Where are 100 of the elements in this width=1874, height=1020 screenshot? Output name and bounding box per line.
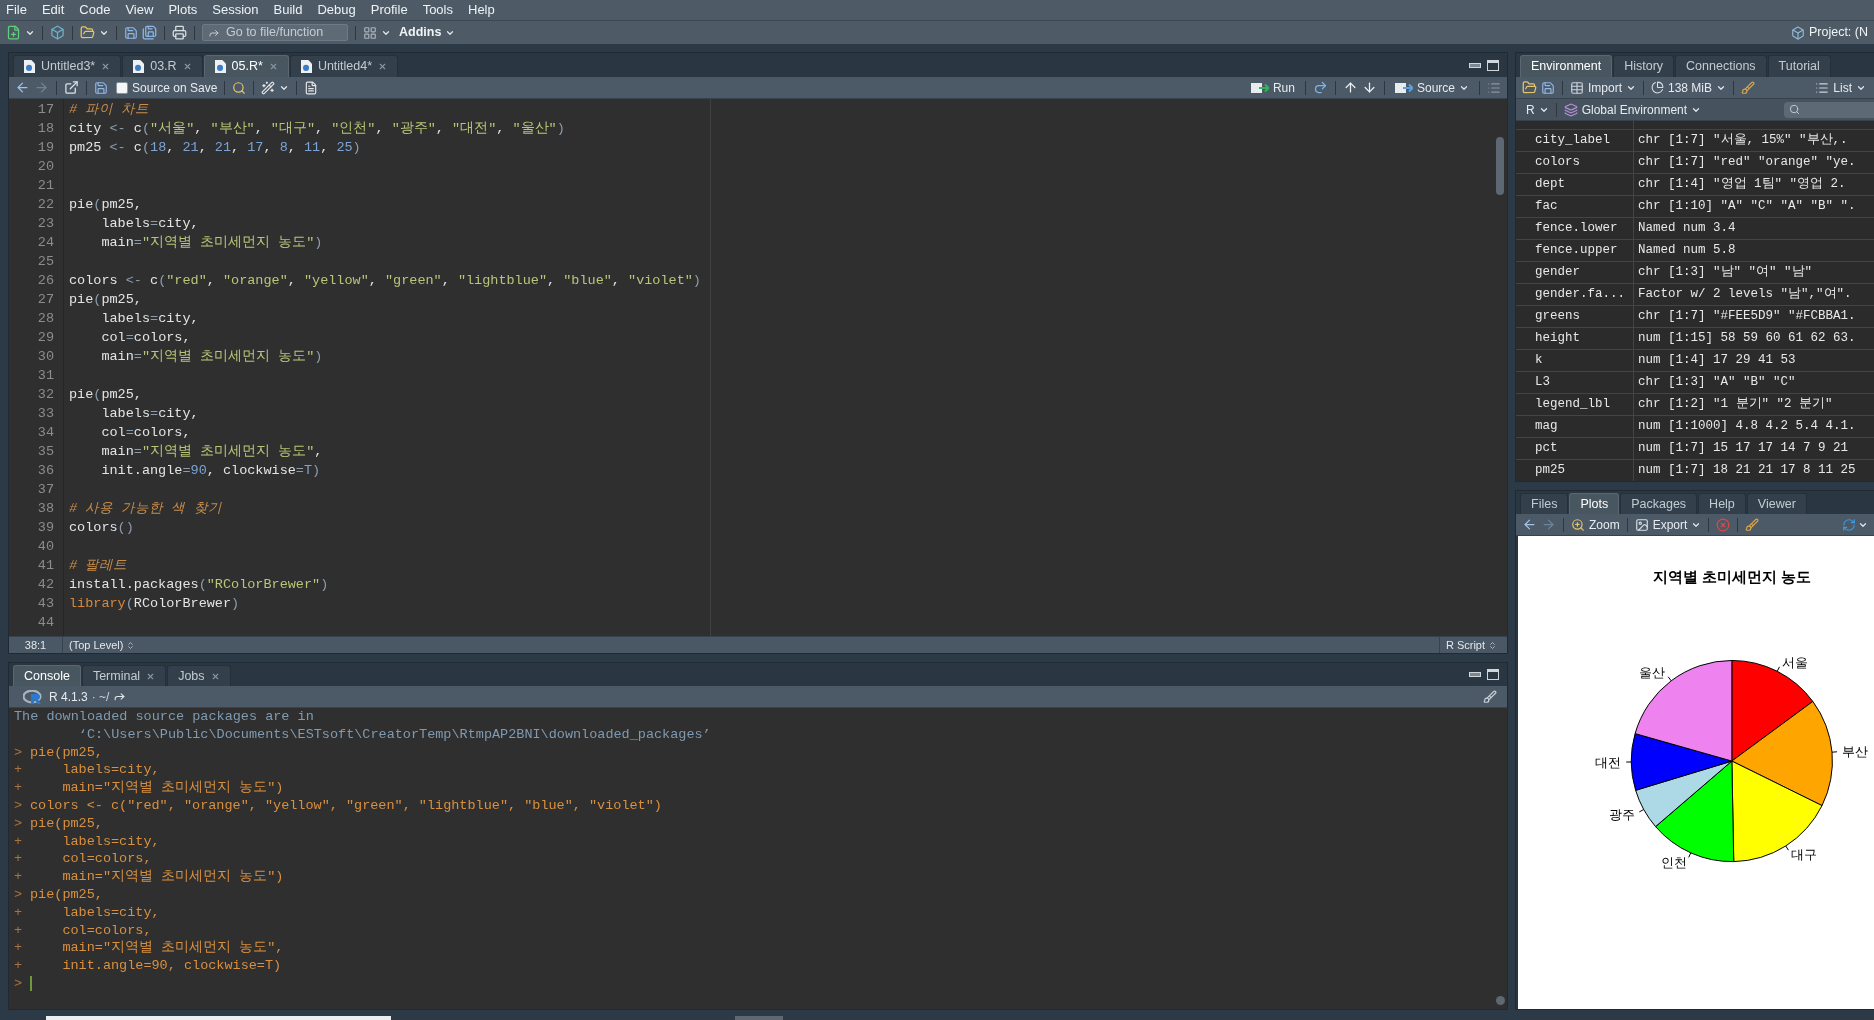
tab[interactable]: Files xyxy=(1520,493,1569,514)
tab[interactable]: Plots xyxy=(1569,493,1620,514)
scrollbar-thumb[interactable] xyxy=(735,1016,783,1020)
brush-icon[interactable] xyxy=(1483,689,1497,704)
close-icon[interactable] xyxy=(182,62,192,71)
document-icon[interactable] xyxy=(304,80,319,95)
export-button[interactable]: Export xyxy=(1634,515,1702,534)
variable-name[interactable]: fac xyxy=(1516,196,1634,217)
checkbox[interactable] xyxy=(116,81,128,94)
folder-icon[interactable] xyxy=(80,25,95,40)
menu-item[interactable]: Debug xyxy=(317,0,356,20)
view-mode-button[interactable]: List xyxy=(1815,78,1868,97)
search-field[interactable] xyxy=(1784,101,1874,118)
console-input[interactable]: > xyxy=(14,974,1493,993)
language-button[interactable]: R xyxy=(1522,100,1549,119)
project-button[interactable]: Project: (N xyxy=(1790,23,1868,42)
tab[interactable]: Viewer xyxy=(1746,493,1807,514)
variable-name[interactable]: L3 xyxy=(1516,372,1634,393)
tab[interactable]: Connections xyxy=(1675,55,1767,77)
refresh-icon[interactable] xyxy=(1842,517,1856,532)
down-arrow-icon[interactable] xyxy=(1361,80,1377,95)
scope-button[interactable]: (Top Level) xyxy=(63,636,136,654)
updown-icon[interactable] xyxy=(126,640,136,650)
variable-name[interactable]: dept xyxy=(1516,174,1634,195)
variable-name[interactable]: gender xyxy=(1516,262,1634,283)
save-all-icon[interactable] xyxy=(142,25,157,40)
tab[interactable]: Untitled3* xyxy=(13,55,122,77)
variable-name[interactable]: mag xyxy=(1516,416,1634,437)
scrollbar-thumb[interactable] xyxy=(46,1016,391,1020)
menu-item[interactable]: File xyxy=(6,0,27,20)
scrollbar-thumb[interactable] xyxy=(1496,137,1504,195)
updown-icon[interactable] xyxy=(1488,640,1497,650)
image-icon[interactable] xyxy=(1634,517,1649,532)
printer-icon[interactable] xyxy=(172,25,187,40)
memory-button[interactable]: 138 MiB xyxy=(1651,78,1727,97)
menu-item[interactable]: Code xyxy=(79,0,111,20)
tab[interactable]: 05.R* xyxy=(203,55,289,77)
list-icon[interactable] xyxy=(1815,80,1830,95)
zoom-in-icon[interactable] xyxy=(1571,517,1585,532)
close-icon[interactable] xyxy=(268,62,278,71)
menu-item[interactable]: Tools xyxy=(422,0,453,20)
tab[interactable]: Environment xyxy=(1520,55,1613,77)
addins-button[interactable]: Addins xyxy=(399,23,456,42)
folder-icon[interactable] xyxy=(1522,80,1537,95)
tab[interactable]: Terminal xyxy=(81,665,167,686)
menu-item[interactable]: View xyxy=(125,0,154,20)
maximize-icon[interactable] xyxy=(1487,59,1499,71)
table-icon[interactable] xyxy=(1570,80,1584,95)
environment-scope-button[interactable]: Global Environment xyxy=(1563,100,1702,119)
variable-name[interactable]: greens xyxy=(1516,306,1634,327)
close-icon[interactable] xyxy=(378,62,388,71)
tab[interactable]: Jobs xyxy=(167,665,231,686)
working-directory[interactable]: · ~/ xyxy=(91,687,110,706)
import-button[interactable]: Import xyxy=(1570,78,1636,97)
close-icon[interactable] xyxy=(101,62,111,71)
cube-icon[interactable] xyxy=(50,25,65,40)
magic-wand-icon[interactable] xyxy=(261,80,276,95)
variable-name[interactable]: legend_lbl xyxy=(1516,394,1634,415)
search-icon[interactable] xyxy=(232,80,247,95)
menu-item[interactable]: Plots xyxy=(168,0,198,20)
tab[interactable]: Packages xyxy=(1620,493,1698,514)
variable-name[interactable]: fence.upper xyxy=(1516,240,1634,261)
tab[interactable]: History xyxy=(1613,55,1675,77)
forward-arrow-icon[interactable] xyxy=(113,690,127,703)
cube-icon[interactable] xyxy=(1790,25,1805,40)
checkbox-label[interactable]: Source on Save xyxy=(132,78,218,97)
pie-chart-icon[interactable] xyxy=(1651,81,1664,94)
source-button[interactable]: Source xyxy=(1391,78,1472,97)
tab[interactable]: Tutorial xyxy=(1767,55,1831,77)
menu-item[interactable]: Profile xyxy=(370,0,408,20)
close-icon[interactable] xyxy=(146,671,156,681)
tab[interactable]: 03.R xyxy=(122,55,203,77)
scrollbar-thumb[interactable] xyxy=(1495,996,1505,1005)
search-icon[interactable] xyxy=(1789,104,1800,115)
tab[interactable]: Untitled4* xyxy=(289,55,399,77)
grid-icon[interactable] xyxy=(363,25,377,40)
zoom-button[interactable]: Zoom xyxy=(1571,515,1620,534)
maximize-icon[interactable] xyxy=(1487,669,1499,680)
list-icon[interactable] xyxy=(1487,80,1501,95)
minimize-icon[interactable] xyxy=(1469,62,1481,68)
file-plus-icon[interactable] xyxy=(6,25,21,40)
file-type-button[interactable]: R Script xyxy=(1438,637,1507,653)
menu-item[interactable]: Session xyxy=(212,0,259,20)
variable-name[interactable]: pct xyxy=(1516,438,1634,459)
variable-name[interactable]: gender.fa... xyxy=(1516,284,1634,305)
layers-icon[interactable] xyxy=(1563,102,1578,117)
variable-name[interactable]: pm25 xyxy=(1516,460,1634,481)
tab[interactable]: Console xyxy=(13,665,81,686)
variable-name[interactable]: fence.lower xyxy=(1516,218,1634,239)
go-to-file-field[interactable]: Go to file/function xyxy=(202,24,348,41)
menu-item[interactable]: Build xyxy=(273,0,303,20)
save-icon[interactable] xyxy=(1541,80,1555,95)
redo-arrow-icon[interactable] xyxy=(1312,80,1328,95)
brush-icon[interactable] xyxy=(1745,517,1760,532)
variable-name[interactable]: height xyxy=(1516,328,1634,349)
menu-item[interactable]: Help xyxy=(468,0,495,20)
save-icon[interactable] xyxy=(124,25,138,40)
variable-name[interactable]: k xyxy=(1516,350,1634,371)
brush-icon[interactable] xyxy=(1741,80,1756,95)
run-button[interactable]: Run xyxy=(1247,78,1298,97)
